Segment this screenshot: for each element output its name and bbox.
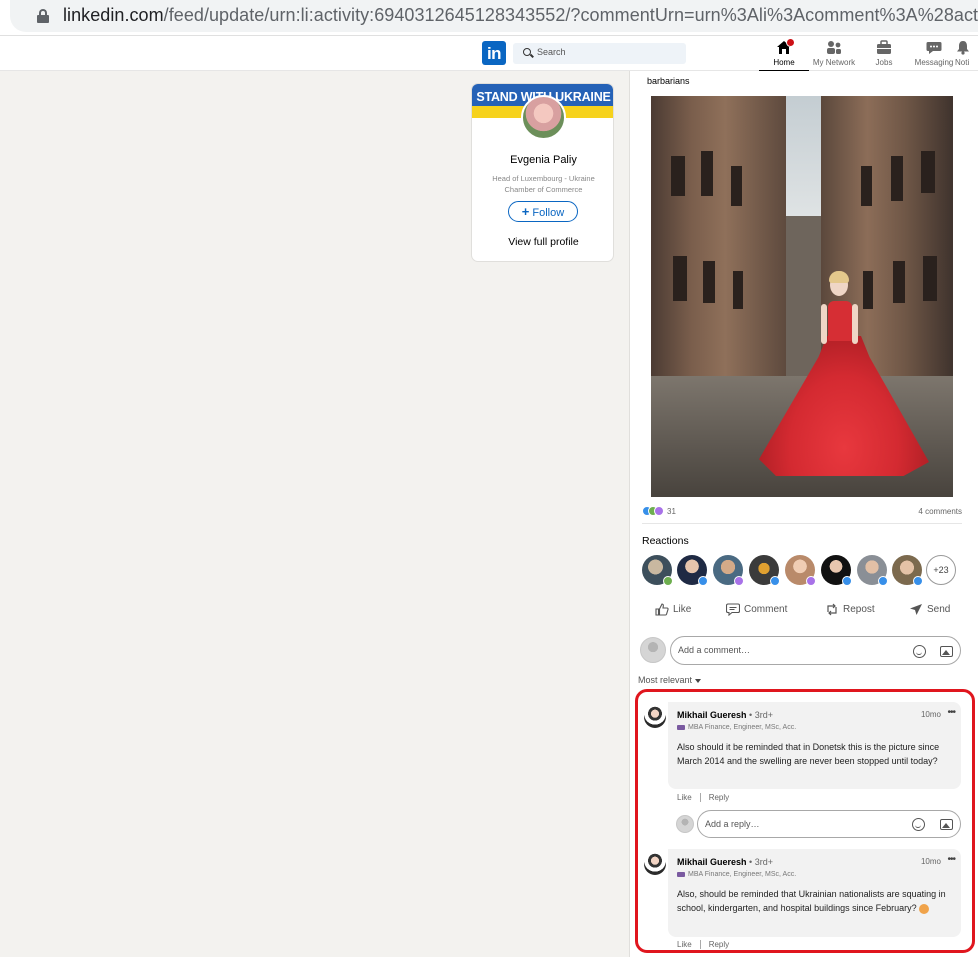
reactor-avatar[interactable] — [677, 555, 708, 586]
reaction-icons[interactable] — [642, 506, 666, 516]
profile-headline: Head of Luxembourg - Ukraine Chamber of … — [492, 174, 595, 194]
briefcase-icon — [859, 40, 909, 56]
nav-my-network[interactable]: My Network — [809, 40, 859, 70]
comment-icon — [725, 603, 741, 617]
browser-url-bar: linkedin.com/feed/update/urn:li:activity… — [0, 0, 978, 36]
comment-button[interactable]: Comment — [725, 603, 787, 617]
search-icon — [523, 48, 531, 56]
search-placeholder: Search — [537, 47, 566, 57]
linkedin-logo-icon[interactable]: in — [482, 41, 506, 65]
reactor-avatar[interactable] — [857, 555, 888, 586]
url-text[interactable]: linkedin.com/feed/update/urn:li:activity… — [63, 5, 978, 26]
nav-messaging[interactable]: Messaging — [909, 40, 959, 70]
reactor-avatar[interactable] — [749, 555, 780, 586]
profile-avatar[interactable] — [521, 95, 566, 140]
bell-icon — [955, 40, 978, 56]
reactor-avatar[interactable] — [821, 555, 852, 586]
address-field[interactable]: linkedin.com/feed/update/urn:li:activity… — [10, 0, 978, 32]
reactor-avatar[interactable] — [642, 555, 673, 586]
repost-button[interactable]: Repost — [825, 603, 875, 616]
chat-icon — [909, 40, 959, 56]
caret-down-icon — [695, 678, 702, 683]
home-icon — [759, 38, 809, 56]
comment-count[interactable]: 4 comments — [918, 507, 962, 516]
post-image[interactable] — [651, 96, 953, 497]
social-counts: 31 4 comments — [642, 506, 962, 518]
send-icon — [909, 603, 923, 616]
reactor-avatar[interactable] — [713, 555, 744, 586]
highlight-annotation — [635, 689, 975, 953]
repost-icon — [825, 603, 839, 616]
image-icon[interactable] — [940, 646, 953, 657]
notification-badge — [786, 38, 795, 47]
top-nav: in Search Home My Network Jobs Messaging… — [0, 36, 978, 72]
nav-jobs[interactable]: Jobs — [859, 40, 909, 70]
post-actions: Like Comment Repost Send — [642, 601, 962, 621]
send-button[interactable]: Send — [909, 603, 950, 616]
nav-home[interactable]: Home — [759, 38, 809, 72]
network-icon — [809, 40, 859, 56]
like-button[interactable]: Like — [655, 603, 691, 616]
emoji-icon[interactable] — [913, 645, 926, 658]
more-reactors-button[interactable]: +23 — [926, 555, 956, 585]
thumbs-up-icon — [655, 603, 669, 616]
sort-dropdown[interactable]: Most relevant — [638, 675, 702, 685]
profile-name[interactable]: Evgenia Paliy — [472, 154, 613, 166]
reactor-avatar[interactable] — [785, 555, 816, 586]
plus-icon: + — [521, 204, 530, 219]
support-reaction-icon — [654, 506, 664, 516]
reactor-avatar[interactable] — [892, 555, 923, 586]
follow-button[interactable]: + Follow — [508, 201, 578, 222]
reaction-count[interactable]: 31 — [667, 507, 676, 516]
author-profile-card: STAND WITH UKRAINE Evgenia Paliy Head of… — [471, 83, 614, 262]
post-text: barbarians — [647, 76, 690, 86]
view-full-profile-link[interactable]: View full profile — [472, 236, 613, 248]
comment-input[interactable]: Add a comment… — [670, 636, 961, 665]
reactions-title: Reactions — [642, 535, 689, 547]
search-input[interactable]: Search — [513, 43, 686, 64]
lock-icon[interactable] — [37, 9, 49, 23]
divider — [642, 523, 962, 524]
current-user-avatar — [640, 637, 666, 663]
nav-notifications[interactable]: Noti — [955, 40, 978, 70]
